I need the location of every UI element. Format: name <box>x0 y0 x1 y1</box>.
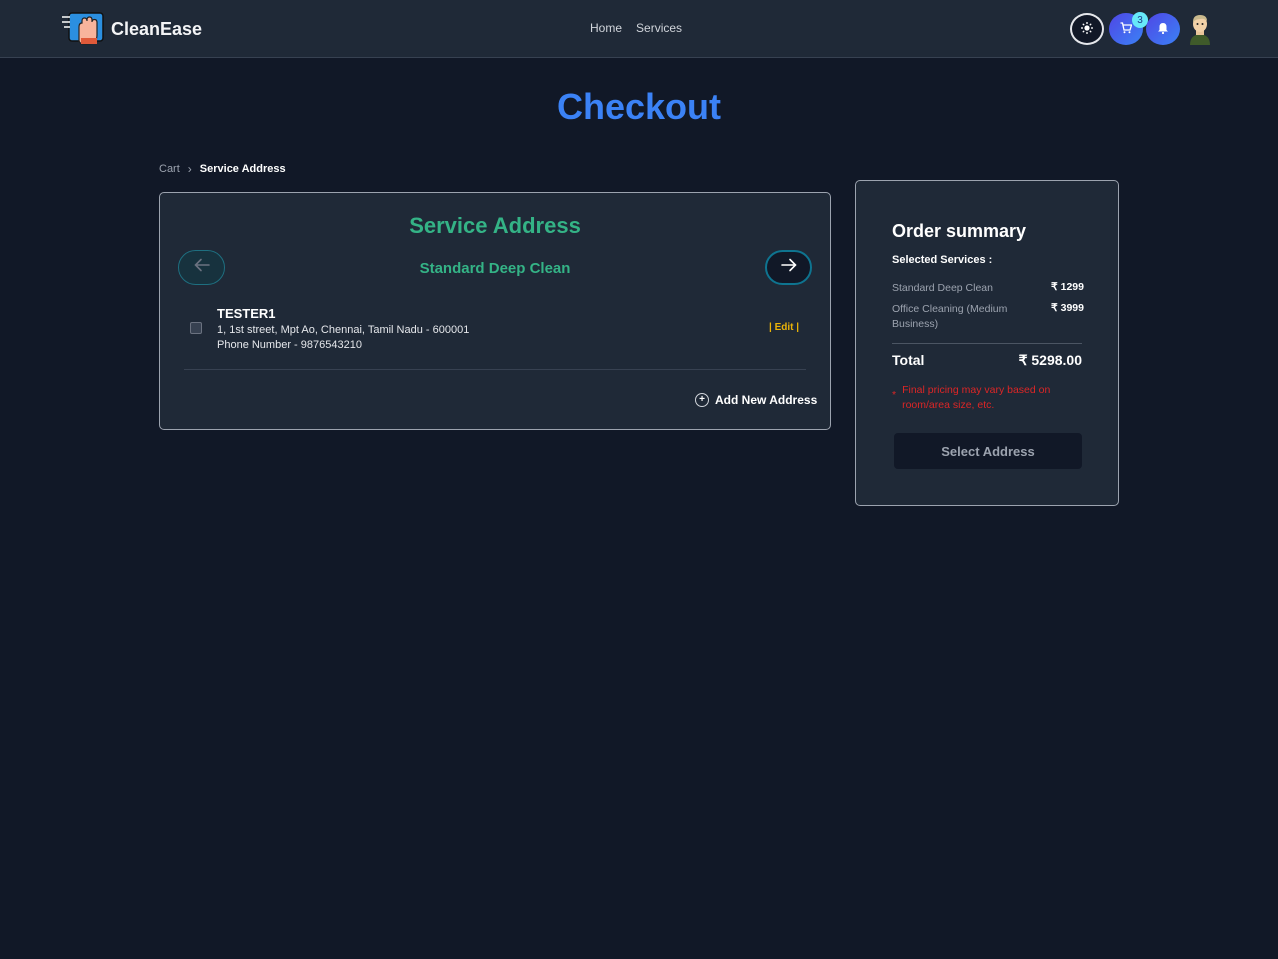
selected-services-label: Selected Services : <box>892 254 993 266</box>
cart-icon <box>1120 21 1133 37</box>
breadcrumb-cart-link[interactable]: Cart <box>159 163 180 175</box>
main-nav: Home Services <box>590 21 682 35</box>
theme-toggle-button[interactable] <box>1070 13 1104 45</box>
summary-item-name: Standard Deep Clean <box>892 282 993 294</box>
current-service-name: Standard Deep Clean <box>419 260 571 277</box>
summary-item: Standard Deep Clean ₹ 1299 <box>892 281 1084 296</box>
notifications-button[interactable] <box>1146 13 1180 45</box>
breadcrumb-current: Service Address <box>199 163 286 175</box>
address-line: 1, 1st street, Mpt Ao, Chennai, Tamil Na… <box>217 324 470 336</box>
service-address-title: Service Address <box>409 213 581 238</box>
edit-address-link[interactable]: | Edit | <box>769 322 799 333</box>
bell-icon <box>1157 22 1169 37</box>
service-address-card: Service Address Standard Deep Clean TEST… <box>159 192 831 430</box>
summary-item-name: Office Cleaning (Medium Business) <box>892 303 1008 330</box>
divider <box>892 343 1082 344</box>
address-name: TESTER1 <box>217 306 276 321</box>
add-new-address-label: Add New Address <box>715 393 818 407</box>
pricing-note: * Final pricing may vary based on room/a… <box>892 383 1082 413</box>
cleaning-hand-icon[interactable] <box>62 11 104 45</box>
select-address-button[interactable]: Select Address <box>894 433 1082 469</box>
total-label: Total <box>892 352 925 368</box>
avatar[interactable] <box>1186 13 1214 45</box>
summary-item-price: ₹ 1299 <box>1051 281 1084 293</box>
pricing-note-text: Final pricing may vary based on room/are… <box>902 384 1051 411</box>
summary-item-price: ₹ 3999 <box>1051 302 1084 314</box>
sun-icon <box>1081 21 1093 37</box>
divider <box>184 369 806 370</box>
arrow-right-icon <box>780 258 797 277</box>
address-select-checkbox[interactable] <box>190 322 202 334</box>
address-phone: Phone Number - 9876543210 <box>217 339 362 351</box>
next-service-button[interactable] <box>765 250 812 285</box>
total-row: Total ₹ 5298.00 <box>892 352 1082 369</box>
order-summary-card: Order summary Selected Services : Standa… <box>855 180 1119 506</box>
plus-circle-icon: + <box>695 393 709 407</box>
nav-services-link[interactable]: Services <box>636 21 682 35</box>
order-summary-title: Order summary <box>892 221 1027 241</box>
total-value: ₹ 5298.00 <box>1018 352 1082 368</box>
brand-name[interactable]: CleanEase <box>111 19 202 40</box>
asterisk-icon: * <box>892 389 897 401</box>
chevron-right-icon: › <box>187 162 192 176</box>
top-navbar: CleanEase Home Services 3 <box>0 0 1278 58</box>
breadcrumb: Cart › Service Address <box>159 162 286 176</box>
add-new-address-button[interactable]: + Add New Address <box>695 393 817 407</box>
page-title: Checkout <box>556 86 722 127</box>
nav-home-link[interactable]: Home <box>590 21 622 35</box>
summary-item: Office Cleaning (Medium Business) ₹ 3999 <box>892 302 1084 332</box>
